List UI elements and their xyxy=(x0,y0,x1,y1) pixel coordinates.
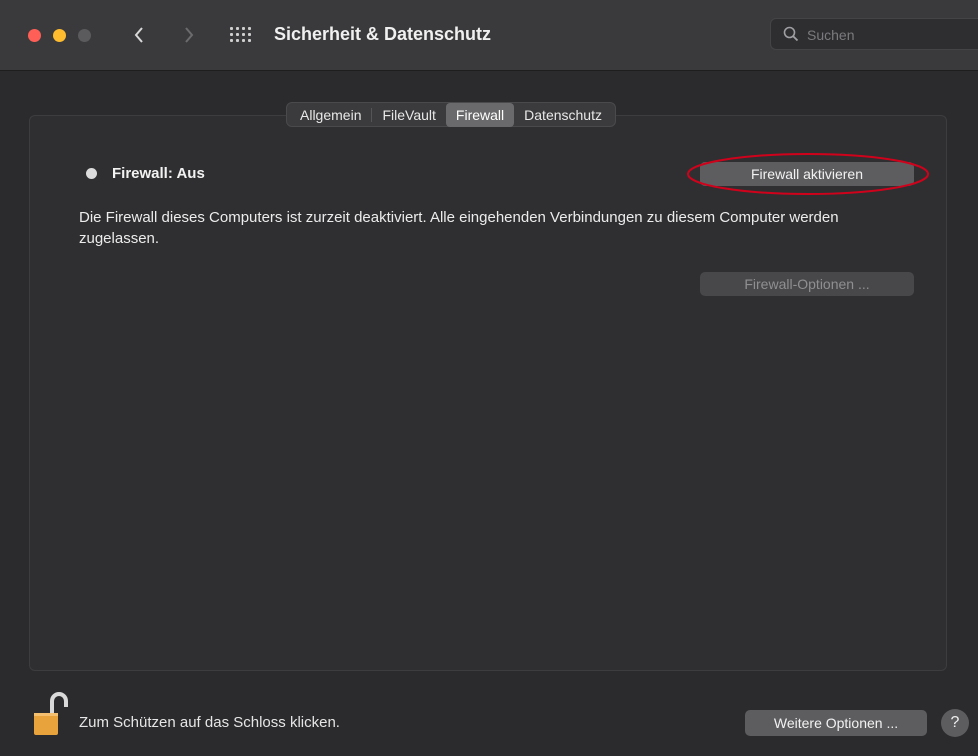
search-field[interactable]: Suchen xyxy=(770,18,978,50)
show-all-grid-button[interactable] xyxy=(230,25,252,45)
tab-firewall[interactable]: Firewall xyxy=(445,102,515,127)
unlocked-padlock-icon[interactable] xyxy=(32,691,68,737)
firewall-options-button[interactable]: Firewall-Optionen ... xyxy=(700,272,914,296)
close-window-button[interactable] xyxy=(28,29,41,42)
help-button[interactable]: ? xyxy=(941,709,969,737)
more-options-button[interactable]: Weitere Optionen ... xyxy=(745,710,927,736)
zoom-window-button[interactable] xyxy=(78,29,91,42)
tab-allgemein[interactable]: Allgemein xyxy=(290,103,371,127)
forward-button[interactable] xyxy=(176,20,202,50)
chevron-left-icon xyxy=(134,27,143,43)
minimize-window-button[interactable] xyxy=(53,29,66,42)
lock-instruction-text: Zum Schützen auf das Schloss klicken. xyxy=(79,714,340,731)
firewall-description: Die Firewall dieses Computers ist zurzei… xyxy=(79,209,839,247)
tab-datenschutz[interactable]: Datenschutz xyxy=(514,103,612,127)
tab-bar: Allgemein FileVault Firewall Datenschutz xyxy=(286,102,616,127)
firewall-status-label: Firewall: Aus xyxy=(112,165,205,182)
chevron-right-icon xyxy=(185,27,194,43)
firewall-status-indicator xyxy=(86,168,97,179)
tab-filevault[interactable]: FileVault xyxy=(372,103,445,127)
highlight-ellipse xyxy=(687,153,929,195)
window-title: Sicherheit & Datenschutz xyxy=(274,24,492,44)
search-icon xyxy=(783,26,799,42)
back-button[interactable] xyxy=(126,20,152,50)
search-placeholder: Suchen xyxy=(807,27,855,43)
window-titlebar: Sicherheit & Datenschutz Suchen xyxy=(0,0,978,71)
